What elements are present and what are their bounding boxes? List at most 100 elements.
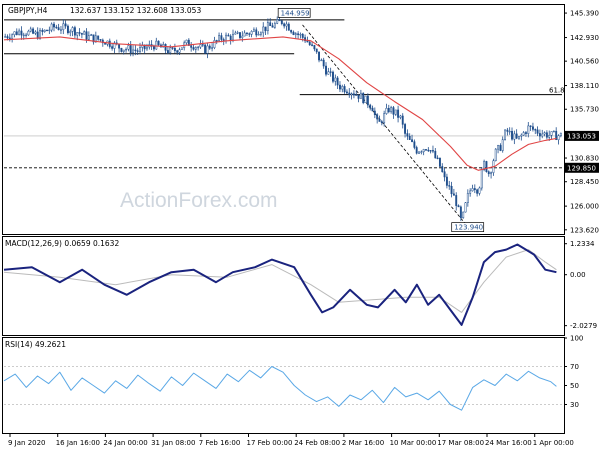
candle-body bbox=[350, 93, 353, 96]
candle-body bbox=[97, 35, 100, 40]
candle-body bbox=[536, 129, 539, 134]
candle-body bbox=[13, 31, 16, 36]
candle-body bbox=[206, 45, 209, 54]
time-label: 17 Feb 00:00 bbox=[247, 439, 293, 447]
candle-body bbox=[476, 189, 479, 194]
candle-body bbox=[336, 77, 339, 86]
candle-body bbox=[404, 124, 407, 134]
candle-body bbox=[497, 145, 500, 150]
candle-body bbox=[8, 37, 11, 39]
macd-axis-label: -2.0279 bbox=[570, 322, 597, 330]
candle-body bbox=[455, 195, 458, 206]
candle-body bbox=[50, 23, 53, 31]
candle-body bbox=[434, 150, 437, 159]
rsi-title: RSI(14) 49.2621 bbox=[5, 340, 66, 349]
candle-body bbox=[292, 31, 295, 35]
macd-axis: 1.2334 0.00 -2.0279 bbox=[564, 240, 597, 330]
macd-panel-frame bbox=[2, 236, 565, 336]
candle-body bbox=[371, 107, 374, 112]
candle-body bbox=[269, 22, 272, 27]
candle-body bbox=[87, 35, 90, 40]
candle-body bbox=[57, 27, 60, 31]
candle-body bbox=[515, 133, 518, 139]
price-axis-label: 126.000 bbox=[570, 203, 599, 211]
candle-body bbox=[432, 150, 434, 152]
candle-body bbox=[185, 39, 188, 44]
candle-body bbox=[383, 113, 386, 124]
chart-symbol: GBPJPY,H4 bbox=[8, 6, 48, 15]
candle-body bbox=[243, 32, 246, 37]
candle-body bbox=[443, 171, 446, 178]
candle-body bbox=[264, 26, 267, 32]
candle-body bbox=[287, 23, 290, 31]
candle-body bbox=[329, 71, 332, 73]
candle-body bbox=[125, 48, 128, 51]
candle-body bbox=[392, 107, 395, 115]
candle-body bbox=[46, 29, 48, 32]
candle-body bbox=[90, 34, 93, 36]
candle-body bbox=[64, 23, 67, 27]
candle-body bbox=[190, 45, 193, 48]
rsi-panel bbox=[3, 366, 562, 411]
candle-body bbox=[445, 176, 448, 186]
candle-body bbox=[118, 43, 121, 49]
candle-body bbox=[490, 172, 493, 175]
candle-body bbox=[306, 40, 309, 43]
time-label: 24 Jan 00:00 bbox=[103, 439, 147, 447]
candle-body bbox=[408, 135, 411, 140]
price-axis-label: 142.930 bbox=[570, 34, 599, 42]
candle-body bbox=[22, 34, 25, 37]
candle-body bbox=[531, 126, 534, 130]
candle-body bbox=[155, 40, 158, 50]
candle-body bbox=[76, 32, 79, 36]
candle-body bbox=[520, 134, 523, 137]
candle-body bbox=[220, 35, 223, 40]
time-label: 17 Mar 08:00 bbox=[437, 439, 484, 447]
watermark: ActionForex.com bbox=[120, 189, 278, 212]
candle-body bbox=[60, 29, 62, 31]
candle-body bbox=[452, 193, 455, 196]
candle-body bbox=[552, 130, 555, 133]
price-annotation: 144.959 bbox=[281, 9, 310, 17]
rsi-panel-frame bbox=[2, 337, 565, 434]
candle-body bbox=[527, 125, 530, 134]
candle-body bbox=[18, 30, 21, 35]
time-label: 31 Jan 08:00 bbox=[151, 439, 195, 447]
candle-body bbox=[352, 93, 355, 96]
rsi-axis-label: 100 bbox=[570, 335, 583, 343]
candle-body bbox=[357, 94, 360, 99]
candle-body bbox=[339, 84, 341, 90]
candle-body bbox=[366, 95, 369, 106]
candle-body bbox=[43, 29, 46, 32]
candle-body bbox=[325, 65, 327, 75]
rsi-line bbox=[3, 366, 557, 411]
candle-body bbox=[504, 129, 506, 140]
candle-body bbox=[227, 34, 230, 37]
price-axis: 145.390 142.930 140.560 138.110 135.730 130.8… bbox=[564, 10, 599, 234]
candle-body bbox=[364, 95, 367, 104]
time-axis: 9 Jan 2020 16 Jan 16:00 24 Jan 00:00 31 Jan… bbox=[8, 433, 574, 447]
candle-body bbox=[406, 133, 409, 137]
candle-body bbox=[48, 29, 51, 32]
candle-body bbox=[127, 45, 130, 50]
candle-body bbox=[322, 59, 325, 67]
candle-body bbox=[464, 202, 467, 213]
candle-body bbox=[529, 125, 532, 127]
candle-body bbox=[427, 149, 430, 152]
candle-body bbox=[418, 151, 420, 154]
candle-body bbox=[380, 121, 383, 124]
time-label: 16 Jan 16:00 bbox=[56, 439, 100, 447]
candle-body bbox=[255, 29, 258, 36]
candle-body bbox=[373, 110, 376, 115]
macd-signal-line bbox=[3, 249, 557, 313]
candle-body bbox=[139, 47, 141, 52]
candle-body bbox=[204, 44, 207, 54]
candle-body bbox=[108, 40, 111, 47]
candle-body bbox=[248, 33, 251, 35]
price-panel: 144.959 123.940 61.8 bbox=[3, 8, 565, 232]
candle-body bbox=[522, 132, 525, 136]
candle-body bbox=[545, 132, 548, 138]
candle-body bbox=[201, 44, 204, 46]
candle-body bbox=[387, 107, 390, 113]
price-axis-label: 140.560 bbox=[570, 58, 599, 66]
